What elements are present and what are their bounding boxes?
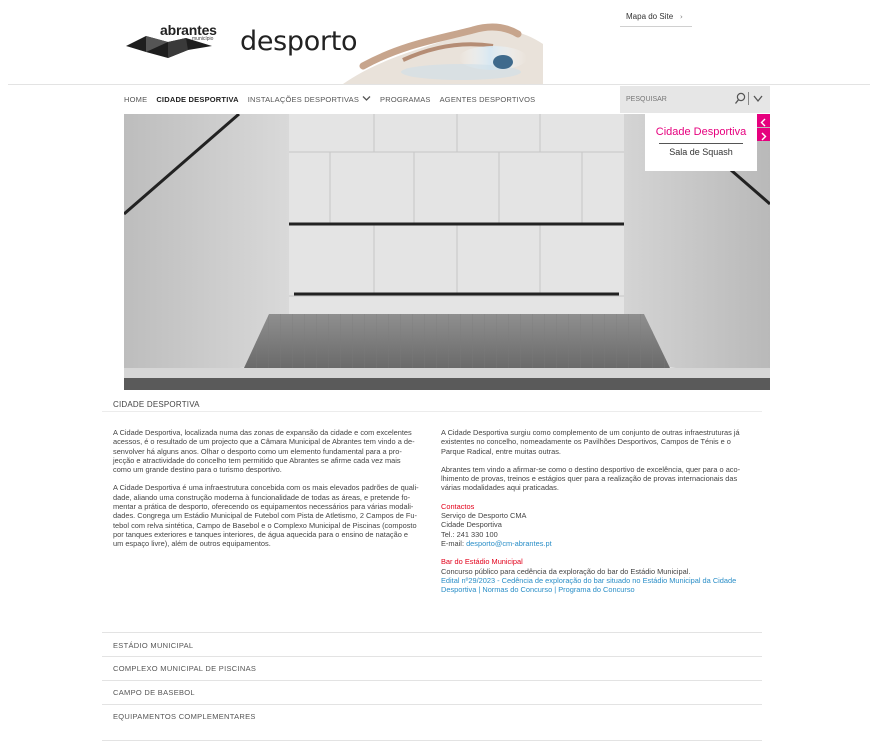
swimmer-banner-image	[343, 23, 543, 84]
chevron-right-icon	[761, 132, 767, 141]
edital-link[interactable]: Edital nº29/2023 - Cedência de exploraçã…	[441, 576, 736, 585]
text-line: tebol com relva sintética, Campo de Base…	[113, 520, 417, 530]
text-line: por tanques exteriores e tanques interio…	[113, 529, 409, 539]
header-divider	[8, 84, 870, 85]
accordion-complexo-piscinas[interactable]: COMPLEXO MUNICIPAL DE PISCINAS	[113, 664, 256, 673]
accordion-campo-basebol[interactable]: CAMPO DE BASEBOL	[113, 688, 195, 697]
nav-item-cidade-desportiva[interactable]: CIDADE DESPORTIVA	[156, 95, 238, 104]
logo-subtitle: município	[192, 36, 214, 42]
accordion-divider	[102, 704, 762, 705]
content-left-column: A Cidade Desportiva, localizada numa das…	[113, 428, 425, 558]
text-line: A Cidade Desportiva surgiu como compleme…	[441, 428, 740, 437]
normas-concurso-link[interactable]: Normas do Concurso	[482, 585, 552, 594]
hero-caption-subtitle: Sala de Squash	[669, 147, 733, 157]
destination-paragraph: Abrantes tem vindo a afirmar-se como o d…	[441, 465, 761, 493]
main-nav: HOME CIDADE DESPORTIVA INSTALAÇÕES DESPO…	[124, 86, 544, 113]
site-header: abrantes município desporto Mapa do Site…	[0, 0, 875, 84]
text-line: dades. Congrega um Estádio Municipal de …	[113, 511, 417, 521]
accordion-divider	[102, 656, 762, 657]
text-line: acessos, é o resultado de um projecto qu…	[113, 437, 415, 447]
nav-item-label: INSTALAÇÕES DESPORTIVAS	[247, 95, 360, 104]
nav-item-instalacoes-desportivas[interactable]: INSTALAÇÕES DESPORTIVAS	[248, 95, 371, 104]
content-right-column: A Cidade Desportiva surgiu como compleme…	[441, 428, 761, 594]
bar-description: Concurso público para cedência da explor…	[441, 566, 691, 576]
hero-caption: Cidade Desportiva Sala de Squash	[645, 114, 757, 171]
chevron-down-icon	[362, 96, 371, 101]
sitemap-link[interactable]: Mapa do Site	[626, 12, 673, 21]
description-paragraph: A Cidade Desportiva é uma infraestrutura…	[113, 483, 425, 548]
contact-email-line: E-mail: desporto@cm-abrantes.pt	[441, 539, 761, 548]
hero-caption-title: Cidade Desportiva	[655, 126, 747, 138]
accordion-estadio-municipal[interactable]: ESTÁDIO MUNICIPAL	[113, 641, 193, 650]
bar-heading: Bar do Estádio Municipal	[441, 557, 523, 567]
intro-paragraph: A Cidade Desportiva, localizada numa das…	[113, 428, 425, 474]
chevron-right-icon: ›	[680, 13, 683, 21]
nav-item-agentes-desportivos[interactable]: AGENTES DESPORTIVOS	[440, 95, 536, 104]
bar-block: Bar do Estádio Municipal Concurso públic…	[441, 557, 761, 594]
site-title: desporto	[240, 26, 358, 57]
text-line: A Cidade Desportiva, localizada numa das…	[113, 428, 412, 437]
text-line: existentes no concelho, nomeadamente os …	[441, 437, 731, 447]
text-line: mentar a prática de desporto, oferecendo…	[113, 502, 414, 512]
email-label: E-mail:	[441, 538, 467, 548]
nav-item-home[interactable]: HOME	[124, 95, 147, 104]
search-divider	[748, 92, 749, 105]
contact-line: Cidade Desportiva	[441, 520, 502, 530]
text-line: senvolver há alguns anos. Olhar o despor…	[113, 446, 402, 456]
accordion-divider	[102, 740, 762, 741]
email-link[interactable]: desporto@cm-abrantes.pt	[466, 539, 552, 548]
programa-concurso-link[interactable]: Programa do Concurso	[558, 585, 634, 594]
accordion-equipamentos-complementares[interactable]: EQUIPAMENTOS COMPLEMENTARES	[113, 712, 256, 721]
edital-links-row: Desportiva | Normas do Concurso | Progra…	[441, 585, 761, 594]
text-line: várias modalidades aqui praticadas.	[441, 483, 559, 493]
contacts-heading: Contactos	[441, 501, 475, 511]
contact-phone: Tel.: 241 330 100	[441, 529, 498, 539]
accordion-divider	[102, 680, 762, 681]
chevron-down-icon[interactable]	[752, 92, 764, 105]
text-line: Abrantes tem vindo a afirmar-se como o d…	[441, 464, 741, 474]
complement-paragraph: A Cidade Desportiva surgiu como compleme…	[441, 428, 761, 456]
text-line: dade, aliando uma construção moderna à f…	[113, 492, 411, 502]
text-line: jecção e atractividade do concelho tem p…	[113, 455, 401, 465]
search-icon[interactable]	[734, 92, 746, 105]
slide-next-button[interactable]	[757, 128, 770, 141]
edital-link-cont[interactable]: Desportiva	[441, 585, 476, 594]
contacts-block: Contactos Serviço de Desporto CMA Cidade…	[441, 502, 761, 548]
text-line: um espaço livre), além de outros equipam…	[113, 539, 271, 549]
search-input[interactable]	[626, 92, 726, 107]
sitemap-underline	[620, 26, 692, 27]
hero-caption-divider	[659, 143, 743, 144]
edital-link-line: Edital nº29/2023 - Cedência de exploraçã…	[441, 576, 761, 585]
text-line: Parque Radical, entre muitas outras.	[441, 446, 561, 456]
nav-item-programas[interactable]: PROGRAMAS	[380, 95, 431, 104]
text-line: A Cidade Desportiva é uma infraestrutura…	[113, 483, 419, 493]
text-line: como um grande destino para o turismo de…	[113, 465, 282, 475]
slide-prev-button[interactable]	[757, 114, 770, 127]
contact-line: Serviço de Desporto CMA	[441, 511, 527, 521]
accordion-divider	[102, 632, 762, 633]
section-divider	[102, 411, 762, 412]
text-line: lhimento de provas, treinos e estágios q…	[441, 474, 738, 484]
section-title: CIDADE DESPORTIVA	[113, 400, 200, 409]
